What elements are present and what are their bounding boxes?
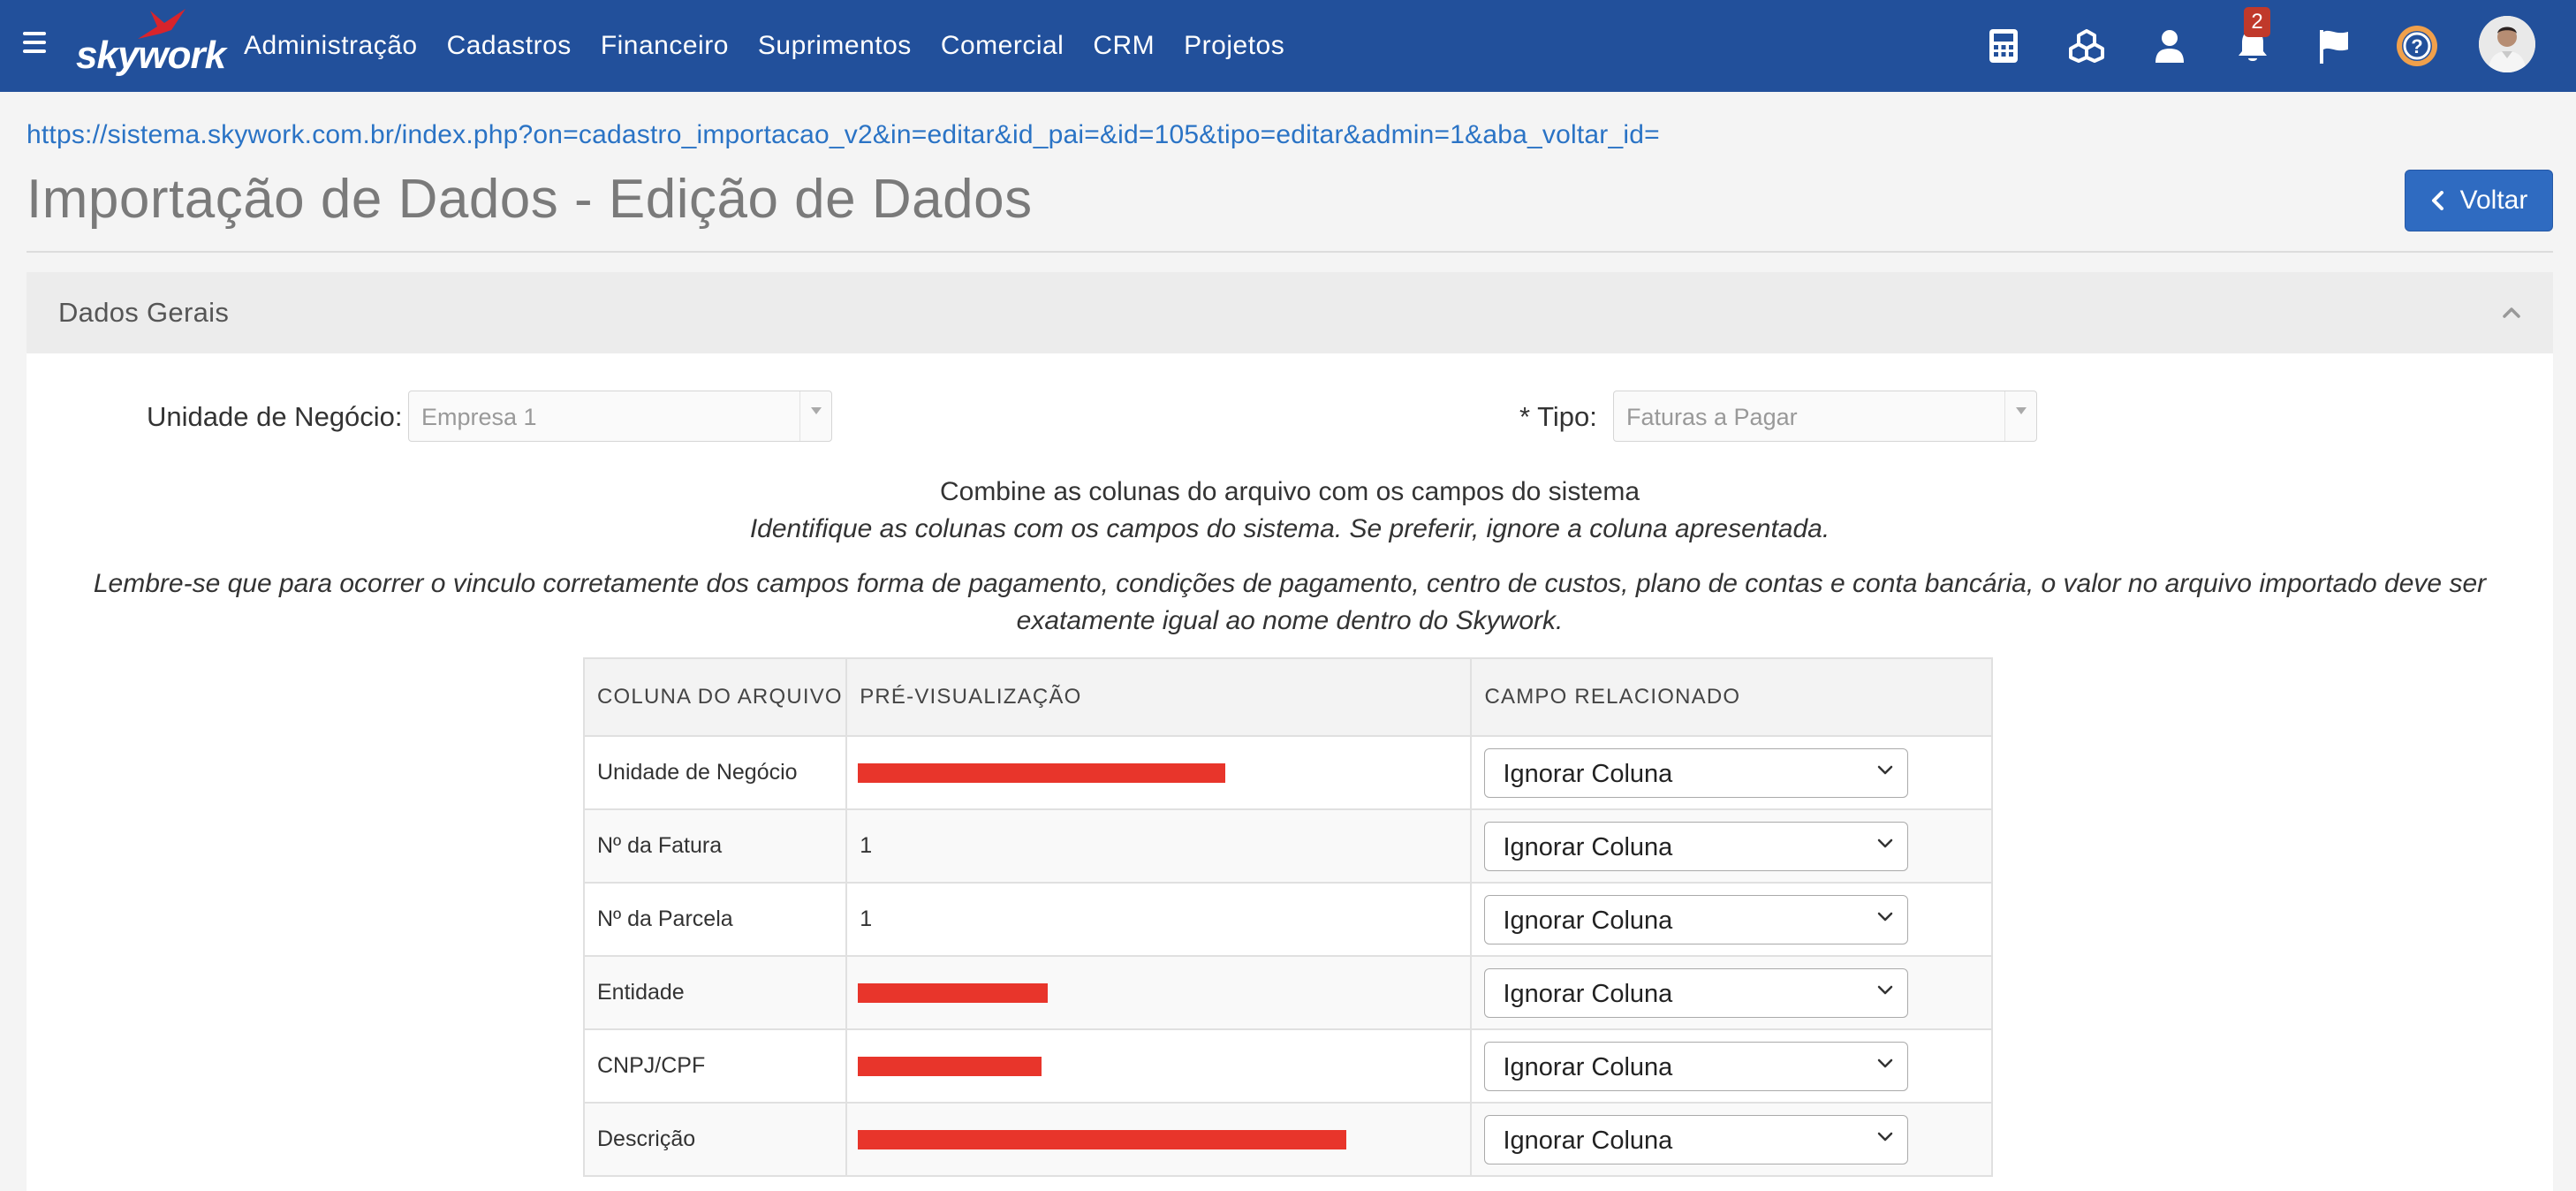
- related-field-value: Ignorar Coluna: [1503, 906, 1673, 935]
- table-row: Nº da Parcela 1 Ignorar Coluna: [582, 882, 1993, 957]
- dados-gerais-panel: Dados Gerais Unidade de Negócio: Empresa…: [27, 272, 2553, 1191]
- page-url-link[interactable]: https://sistema.skywork.com.br/index.php…: [27, 120, 1660, 150]
- business-unit-select[interactable]: Empresa 1: [408, 391, 832, 442]
- file-column-name: Entidade: [582, 955, 848, 1030]
- header-preview: PRÉ-VISUALIZAÇÃO: [845, 657, 1473, 737]
- chevron-down-icon: [1878, 765, 1893, 774]
- related-field-cell: Ignorar Coluna: [1470, 735, 1993, 810]
- file-column-name: Descrição: [582, 1102, 848, 1177]
- file-column-name: Nº da Parcela: [582, 882, 848, 957]
- panel-title: Dados Gerais: [58, 297, 230, 328]
- header-divider: [27, 251, 2553, 253]
- redacted-preview: [858, 1056, 1042, 1076]
- redacted-preview: [858, 982, 1049, 1003]
- type-value: Faturas a Pagar: [1626, 404, 1798, 430]
- preview-value: 1: [860, 907, 873, 931]
- chevron-down-icon: [1878, 1058, 1893, 1067]
- panel-header[interactable]: Dados Gerais: [27, 272, 2553, 353]
- chevron-up-icon[interactable]: [2502, 306, 2521, 320]
- preview-cell: [845, 1028, 1473, 1104]
- preview-cell: [845, 955, 1473, 1030]
- table-body: Unidade de Negócio Ignorar Coluna Nº da Fa…: [582, 735, 1993, 1177]
- chevron-left-icon: [2431, 191, 2443, 210]
- menu-item-comercial[interactable]: Comercial: [941, 31, 1064, 61]
- table-row: CNPJ/CPF Ignorar Coluna: [582, 1028, 1993, 1104]
- chevron-down-icon: [1878, 912, 1893, 921]
- header-related-field: CAMPO RELACIONADO: [1470, 657, 1993, 737]
- instruction-subtitle: Identifique as colunas com os campos do …: [749, 514, 1830, 543]
- notification-badge: 2: [2244, 7, 2270, 37]
- related-field-value: Ignorar Coluna: [1503, 759, 1673, 788]
- top-navbar: skywork Administração Cadastros Financei…: [0, 0, 2576, 92]
- table-row: Nº da Fatura 1 Ignorar Coluna: [582, 808, 1993, 884]
- related-field-cell: Ignorar Coluna: [1470, 1102, 1993, 1177]
- hamburger-menu-icon[interactable]: [23, 32, 46, 53]
- table-row: Entidade Ignorar Coluna: [582, 955, 1993, 1030]
- preview-cell: 1: [845, 808, 1473, 884]
- user-avatar[interactable]: [2479, 16, 2535, 72]
- redacted-preview: [858, 1129, 1347, 1149]
- instruction-title: Combine as colunas do arquivo com os cam…: [939, 477, 1640, 506]
- file-column-name: Nº da Fatura: [582, 808, 848, 884]
- table-row: Unidade de Negócio Ignorar Coluna: [582, 735, 1993, 810]
- related-field-value: Ignorar Coluna: [1503, 832, 1673, 861]
- caret-down-icon: [810, 407, 822, 414]
- type-select[interactable]: Faturas a Pagar: [1613, 391, 2037, 442]
- related-field-value: Ignorar Coluna: [1503, 1052, 1673, 1081]
- header-file-column: COLUNA DO ARQUIVO: [582, 657, 848, 737]
- svg-text:?: ?: [2411, 35, 2422, 57]
- related-field-select[interactable]: Ignorar Coluna: [1484, 821, 1909, 871]
- menu-item-suprimentos[interactable]: Suprimentos: [758, 31, 912, 61]
- back-button[interactable]: Voltar: [2405, 170, 2553, 231]
- related-field-cell: Ignorar Coluna: [1470, 808, 1993, 884]
- user-icon[interactable]: [2147, 23, 2193, 69]
- preview-cell: [845, 735, 1473, 810]
- instruction-note-line1: Lembre-se que para ocorrer o vinculo cor…: [93, 569, 2487, 598]
- menu-item-crm[interactable]: CRM: [1093, 31, 1155, 61]
- main-menu: Administração Cadastros Financeiro Supri…: [244, 0, 1284, 92]
- related-field-cell: Ignorar Coluna: [1470, 882, 1993, 957]
- chevron-down-icon: [1878, 985, 1893, 994]
- redacted-preview: [858, 762, 1226, 783]
- type-label: * Tipo:: [1519, 401, 1597, 432]
- cubes-icon[interactable]: [2064, 23, 2110, 69]
- back-button-label: Voltar: [2459, 186, 2528, 215]
- chevron-down-icon: [1878, 838, 1893, 847]
- related-field-value: Ignorar Coluna: [1503, 1126, 1673, 1155]
- preview-cell: 1: [845, 882, 1473, 957]
- caret-down-icon: [2015, 407, 2027, 414]
- chevron-down-icon: [1878, 1132, 1893, 1141]
- help-icon[interactable]: ?: [2394, 23, 2440, 69]
- file-column-name: Unidade de Negócio: [582, 735, 848, 810]
- related-field-select[interactable]: Ignorar Coluna: [1484, 747, 1909, 798]
- preview-value: 1: [860, 833, 873, 858]
- table-header-row: COLUNA DO ARQUIVO PRÉ-VISUALIZAÇÃO CAMPO…: [582, 657, 1993, 737]
- file-column-name: CNPJ/CPF: [582, 1028, 848, 1104]
- related-field-value: Ignorar Coluna: [1503, 979, 1673, 1008]
- related-field-select[interactable]: Ignorar Coluna: [1484, 1041, 1909, 1091]
- menu-item-administracao[interactable]: Administração: [244, 31, 418, 61]
- skywork-logo[interactable]: skywork: [76, 7, 226, 83]
- page-title: Importação de Dados - Edição de Dados: [27, 169, 1033, 230]
- table-row: Descrição Ignorar Coluna: [582, 1102, 1993, 1177]
- menu-item-financeiro[interactable]: Financeiro: [601, 31, 729, 61]
- menu-item-cadastros[interactable]: Cadastros: [447, 31, 572, 61]
- related-field-cell: Ignorar Coluna: [1470, 1028, 1993, 1104]
- instruction-note-line2: exatamente igual ao nome dentro do Skywo…: [1016, 606, 1564, 635]
- column-mapping-table: COLUNA DO ARQUIVO PRÉ-VISUALIZAÇÃO CAMPO…: [582, 657, 1993, 1177]
- flag-icon[interactable]: [2311, 23, 2357, 69]
- calculator-icon[interactable]: [1981, 23, 2027, 69]
- business-unit-value: Empresa 1: [421, 404, 537, 430]
- preview-cell: [845, 1102, 1473, 1177]
- related-field-select[interactable]: Ignorar Coluna: [1484, 967, 1909, 1018]
- related-field-select[interactable]: Ignorar Coluna: [1484, 1114, 1909, 1164]
- related-field-select[interactable]: Ignorar Coluna: [1484, 894, 1909, 944]
- business-unit-label: Unidade de Negócio:: [147, 401, 403, 432]
- logo-text: skywork: [76, 34, 226, 77]
- menu-item-projetos[interactable]: Projetos: [1184, 31, 1284, 61]
- related-field-cell: Ignorar Coluna: [1470, 955, 1993, 1030]
